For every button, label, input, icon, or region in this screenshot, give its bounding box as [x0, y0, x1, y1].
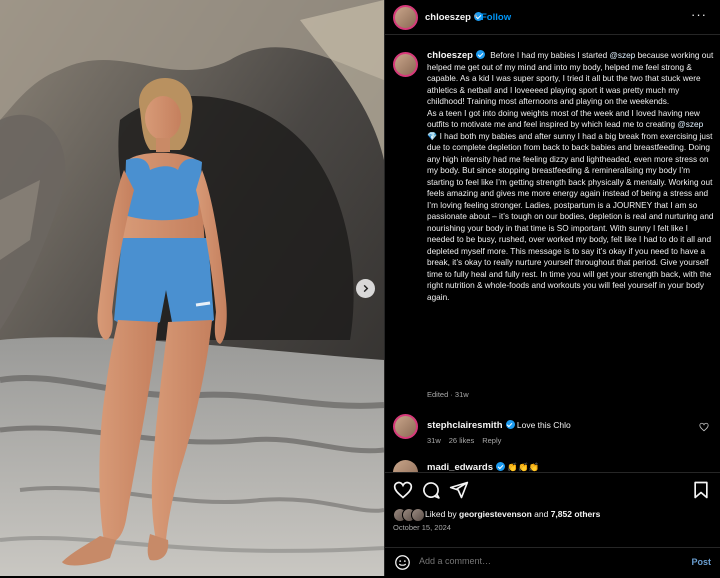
comment-item: madi_edwards 👏👏👏	[393, 458, 715, 472]
post-photo[interactable]	[0, 0, 384, 576]
mention-link[interactable]: @szep	[609, 51, 635, 60]
comment-like-count[interactable]: 26 likes	[449, 436, 474, 445]
post-date: October 15, 2024	[393, 523, 451, 532]
comment-meta: 31w 26 likes Reply	[427, 436, 509, 445]
comment-button[interactable]	[421, 480, 441, 500]
share-button[interactable]	[449, 480, 469, 500]
reply-button[interactable]: Reply	[482, 436, 501, 445]
caption-username[interactable]: chloeszep	[427, 50, 485, 61]
header-separator: •	[474, 11, 478, 21]
heart-icon	[393, 481, 413, 499]
like-button[interactable]	[393, 480, 413, 500]
caption-avatar[interactable]	[393, 52, 418, 77]
more-options-button[interactable]: ···	[691, 7, 707, 22]
save-button[interactable]	[691, 480, 711, 500]
mention-link[interactable]: @szep	[677, 120, 703, 129]
chevron-right-icon	[363, 284, 369, 293]
comment-input[interactable]	[419, 556, 639, 566]
verified-badge-icon	[496, 462, 505, 471]
emoji-button[interactable]	[394, 554, 411, 571]
gem-emoji: 💎	[427, 131, 438, 141]
bookmark-icon	[694, 481, 708, 499]
post-header: chloeszep • Follow ···	[385, 0, 720, 35]
more-horizontal-icon: ···	[691, 7, 707, 22]
comment-age: 31w	[427, 436, 441, 445]
next-photo-button[interactable]	[356, 279, 375, 298]
edited-label: Edited · 31w	[427, 390, 469, 399]
likes-summary: Liked by georgiestevenson and 7,852 othe…	[393, 508, 601, 522]
comment-username[interactable]: stephclairesmith	[427, 420, 515, 431]
send-icon	[449, 481, 469, 499]
heart-icon	[699, 422, 709, 432]
comment-icon	[423, 482, 440, 499]
comment-body: stephclairesmith Love this Chlo	[427, 420, 571, 431]
comment-composer: Post	[385, 547, 720, 578]
verified-badge-icon	[475, 50, 485, 59]
post-modal: chloeszep • Follow ··· chloeszep Before …	[0, 0, 720, 577]
caption-text: chloeszep Before I had my babies I start…	[427, 50, 714, 302]
action-bar: Liked by georgiestevenson and 7,852 othe…	[385, 472, 720, 577]
comment-avatar[interactable]	[393, 414, 418, 439]
author-avatar[interactable]	[393, 5, 418, 30]
smile-icon	[395, 555, 410, 570]
post-comment-button[interactable]: Post	[691, 557, 711, 567]
likes-count-link[interactable]: 7,852 others	[551, 509, 601, 519]
comment-like-button[interactable]	[699, 422, 709, 434]
verified-badge-icon	[505, 420, 515, 429]
post-side-panel: chloeszep • Follow ··· chloeszep Before …	[384, 0, 720, 577]
comment-body: madi_edwards 👏👏👏	[427, 462, 540, 472]
liker-avatars	[393, 508, 425, 522]
comment-avatar[interactable]	[393, 460, 418, 472]
follow-button[interactable]: Follow	[481, 12, 511, 23]
liker-username[interactable]: georgiestevenson	[459, 509, 532, 519]
comment-username[interactable]: madi_edwards	[427, 462, 493, 472]
photo-illustration	[0, 0, 384, 576]
